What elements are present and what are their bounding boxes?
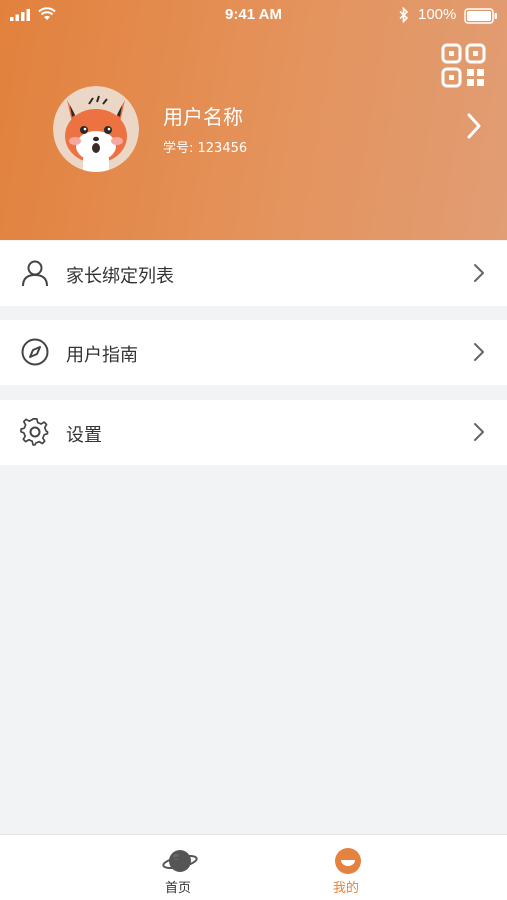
student-id: 学号: 123456: [163, 141, 248, 156]
tab-bar: 首页 我的: [0, 834, 507, 900]
qr-code-icon: [441, 43, 486, 88]
menu-item-user-guide[interactable]: 用户指南: [0, 320, 507, 385]
user-name: 用户名称: [163, 105, 243, 129]
chevron-right-icon: [474, 423, 484, 441]
gear-icon: [20, 418, 49, 446]
user-icon: [22, 260, 48, 287]
compass-icon: [21, 338, 49, 366]
tab-home[interactable]: 首页: [118, 835, 238, 900]
menu-item-label: 设置: [66, 425, 102, 446]
chevron-right-icon: [474, 343, 484, 361]
bluetooth-icon: [399, 7, 409, 23]
fox-avatar-icon: [53, 86, 139, 172]
chevron-right-icon: [474, 264, 484, 282]
planet-icon: [162, 850, 198, 872]
menu-item-label: 家长绑定列表: [66, 266, 174, 287]
smile-icon: [335, 848, 361, 874]
tab-label: 首页: [164, 881, 191, 896]
menu-item-settings[interactable]: 设置: [0, 400, 507, 465]
battery-icon: [464, 8, 497, 24]
profile-chevron-right-icon[interactable]: [466, 112, 482, 140]
profile-header: 9:41 AM 100% 用户名称 学号: 123456: [0, 0, 507, 240]
qr-code-button[interactable]: [440, 42, 488, 90]
menu-item-label: 用户指南: [66, 345, 138, 366]
battery-percent: 100%: [418, 6, 457, 23]
tab-label: 我的: [332, 881, 359, 896]
status-bar: 9:41 AM 100%: [0, 0, 507, 32]
tab-mine[interactable]: 我的: [286, 835, 406, 900]
avatar[interactable]: [53, 86, 139, 172]
menu-item-parent-binding[interactable]: 家长绑定列表: [0, 241, 507, 306]
